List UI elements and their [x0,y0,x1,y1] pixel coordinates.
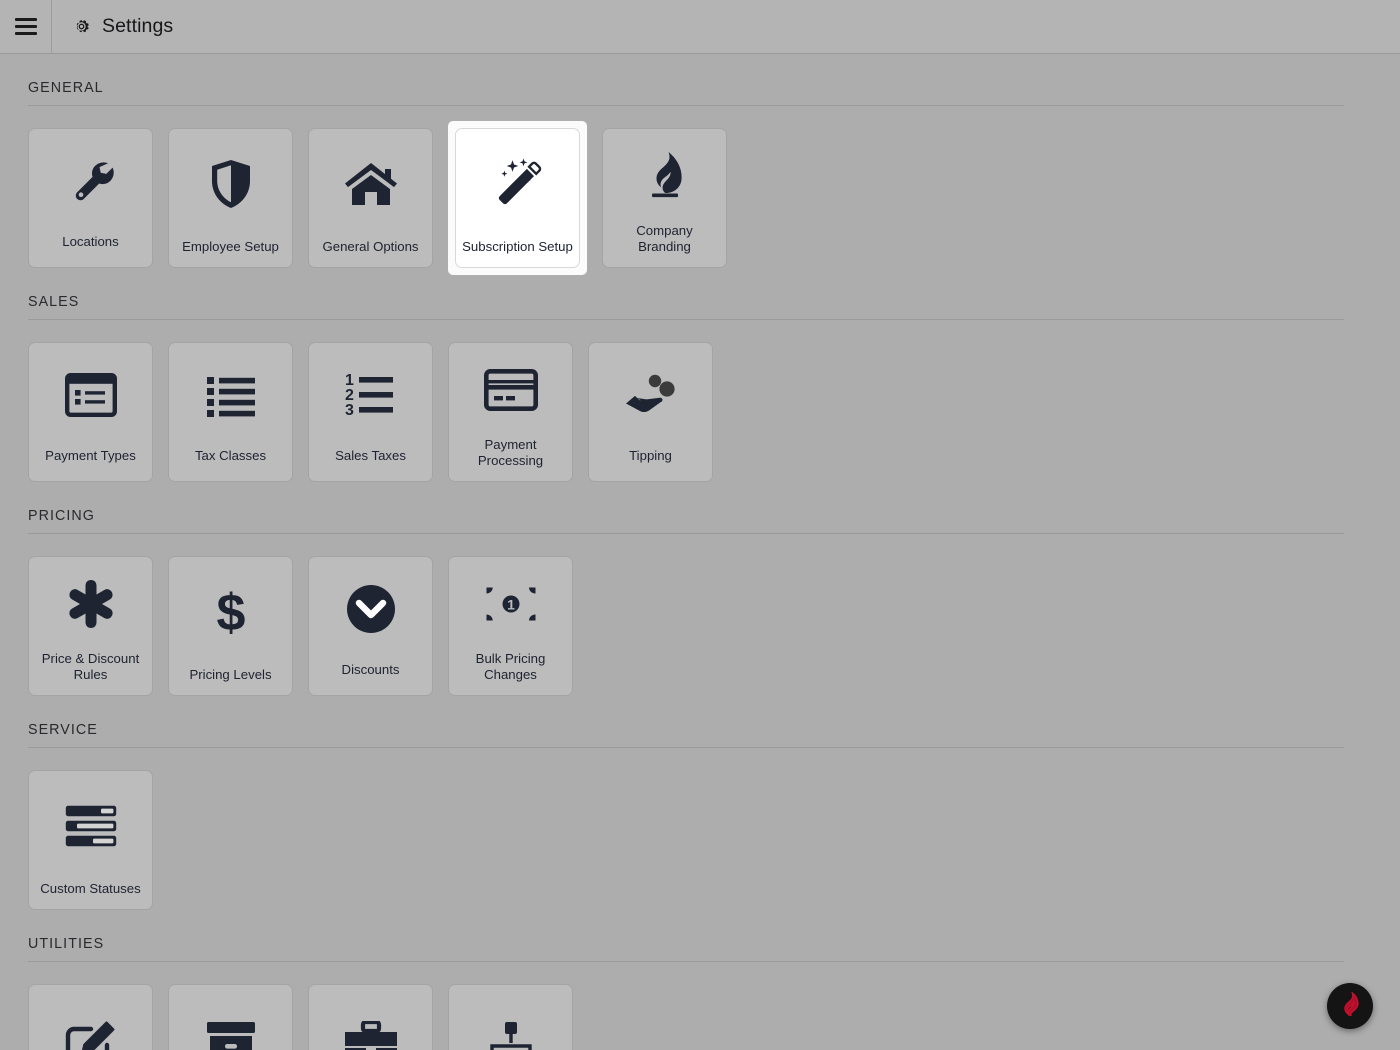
numbered-list-icon: 1 2 3 [309,343,432,448]
settings-tile-custom-statuses[interactable]: Custom Statuses [28,770,153,910]
tile-label: Bulk Pricing Changes [475,651,546,682]
dollar-sign-icon: $ [169,557,292,667]
tile-row [28,962,1372,1050]
list-card-icon [29,343,152,448]
wrench-icon [29,129,152,234]
tile-row: Payment Types Tax Classes 1 2 3 Sales Ta… [28,320,1372,482]
tile-row: Price & Discount Rules $ Pricing Levels … [28,534,1372,696]
settings-tile-discounts[interactable]: Discounts [308,556,433,696]
hamburger-menu-button[interactable] [0,0,52,53]
tile-label: Subscription Setup [462,238,573,254]
asterisk-icon [29,557,152,651]
sitemap-icon [449,985,572,1050]
settings-tile-briefcase[interactable] [308,984,433,1050]
tile-label: Tax Classes [194,447,267,463]
chevron-down-circle-icon [309,557,432,662]
tile-label: Company Branding [636,223,693,254]
tile-row: Custom Statuses [28,748,1372,910]
hand-coins-icon [589,343,712,448]
magic-wand-icon [456,129,579,239]
page-title-group: Settings [52,0,173,53]
section-heading: SALES [28,294,80,310]
gear-icon [72,17,91,36]
settings-content: GENERAL Locations Employee Setup General… [0,54,1400,1050]
tile-label: Payment Processing [477,437,544,468]
tile-label: Custom Statuses [40,880,141,896]
settings-tile-sitemap[interactable] [448,984,573,1050]
settings-tile-tipping[interactable]: Tipping [588,342,713,482]
home-icon [309,129,432,239]
archive-box-icon [169,985,292,1050]
tile-label: Tipping [629,447,672,463]
svg-text:$: $ [216,585,245,639]
flame-icon [603,129,726,223]
tile-label: Price & Discount Rules [41,651,140,682]
settings-tile-sales-taxes[interactable]: 1 2 3 Sales Taxes [308,342,433,482]
banknote-icon: 1 [449,557,572,651]
tile-row: Locations Employee Setup General Options… [28,106,1372,275]
hamburger-menu-icon [14,14,37,39]
settings-tile-locations[interactable]: Locations [28,128,153,268]
tile-label: Pricing Levels [189,666,272,682]
settings-tile-bulk-pricing-changes[interactable]: 1 Bulk Pricing Changes [448,556,573,696]
settings-tile-employee-setup[interactable]: Employee Setup [168,128,293,268]
settings-tile-tax-classes[interactable]: Tax Classes [168,342,293,482]
settings-tile-archive-box[interactable] [168,984,293,1050]
tile-label: Sales Taxes [335,447,406,463]
flame-logo-icon [1339,990,1361,1021]
settings-tile-subscription-setup[interactable]: Subscription Setup [455,128,580,268]
tile-label: Locations [62,233,119,249]
bullet-list-icon [169,343,292,448]
settings-section-general: GENERAL Locations Employee Setup General… [0,54,1400,275]
shield-icon [169,129,292,239]
settings-section-service: SERVICE Custom Statuses [0,696,1400,910]
settings-tile-company-branding[interactable]: Company Branding [602,128,727,268]
tile-label: Payment Types [45,447,136,463]
section-heading: PRICING [28,508,95,524]
settings-tile-price-discount-rules[interactable]: Price & Discount Rules [28,556,153,696]
tile-label: Employee Setup [182,238,279,254]
settings-section-pricing: PRICING Price & Discount Rules $ Pricing… [0,482,1400,696]
settings-tile-payment-processing[interactable]: Payment Processing [448,342,573,482]
settings-tile-edit-square[interactable] [28,984,153,1050]
svg-text:1: 1 [507,596,515,612]
tile-label: General Options [322,238,419,254]
settings-tile-general-options[interactable]: General Options [308,128,433,268]
svg-text:3: 3 [345,402,354,418]
section-heading: GENERAL [28,80,104,96]
settings-section-sales: SALES Payment Types Tax Classes 1 2 3 Sa… [0,268,1400,482]
tile-label: Discounts [341,661,400,677]
page-title: Settings [102,15,174,37]
settings-tile-payment-types[interactable]: Payment Types [28,342,153,482]
edit-square-icon [29,985,152,1050]
app-header: Settings [0,0,1400,54]
settings-section-utilities: UTILITIES [0,910,1400,1050]
section-heading: SERVICE [28,722,98,738]
settings-tile-pricing-levels[interactable]: $ Pricing Levels [168,556,293,696]
briefcase-icon [309,985,432,1050]
section-heading: UTILITIES [28,936,105,952]
lightspeed-fab-button[interactable] [1327,983,1373,1029]
status-bars-icon [29,771,152,881]
selected-tile-highlight: Subscription Setup [448,121,587,275]
credit-card-icon [449,343,572,437]
